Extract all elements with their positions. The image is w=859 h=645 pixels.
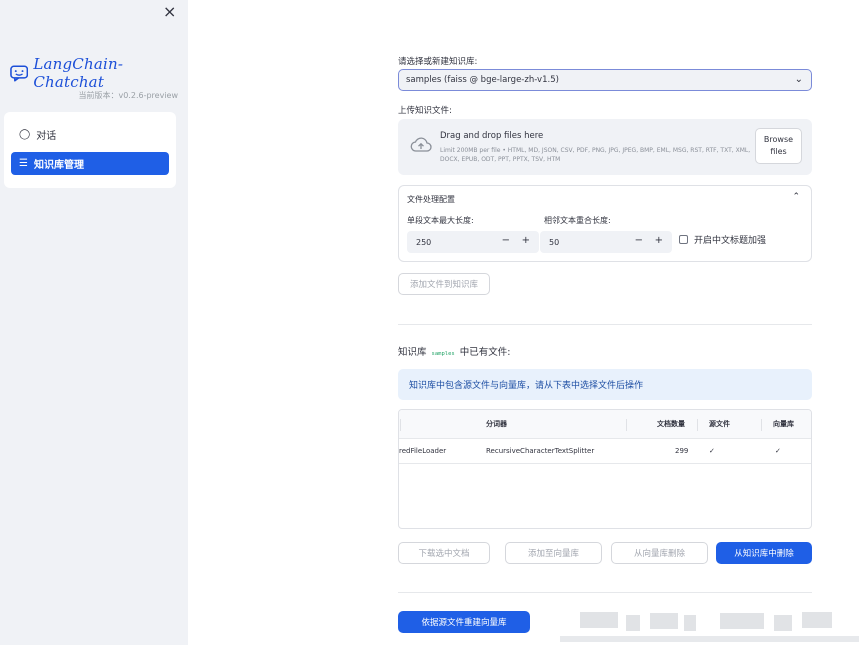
browse-label-line2: files xyxy=(770,147,787,156)
cell-doc-count: 299 xyxy=(675,447,689,455)
app-logo-text: LangChain-Chatchat xyxy=(33,55,124,91)
nav-item-label: 对话 xyxy=(36,131,57,142)
divider xyxy=(398,324,812,325)
cell-loader: redFileLoader xyxy=(399,447,447,455)
nav-menu: ◯ 对话 ☰ 知识库管理 xyxy=(4,112,176,188)
kb-files-heading: 知识库 samples 中已有文件: xyxy=(398,344,510,358)
col-header-vector-store[interactable]: 向量库 xyxy=(773,410,794,438)
file-dropzone[interactable]: Drag and drop files here Limit 200MB per… xyxy=(398,119,812,175)
zh-title-enhance-toggle[interactable]: 开启中文标题加强 xyxy=(679,233,766,246)
column-separator xyxy=(626,419,627,431)
checkbox[interactable] xyxy=(679,235,688,244)
column-separator xyxy=(761,419,762,431)
cell-splitter: RecursiveCharacterTextSplitter xyxy=(486,447,595,455)
chevron-up-icon[interactable]: ⌃ xyxy=(792,192,800,202)
chat-bubble-icon: ◯ xyxy=(19,129,31,140)
increment-button[interactable]: + xyxy=(655,235,663,246)
sidebar: × LangChain-Chatchat 当前版本：v0.2.6-preview… xyxy=(0,0,188,645)
kb-select[interactable]: samples (faiss @ bge-large-zh-v1.5) ⌄ xyxy=(398,69,812,91)
add-to-kb-button[interactable]: 添加文件到知识库 xyxy=(398,273,490,295)
add-to-vector-store-button[interactable]: 添加至向量库 xyxy=(505,542,602,564)
delete-from-kb-button[interactable]: 从知识库中删除 xyxy=(716,542,812,564)
col-header-splitter[interactable]: 分词器 xyxy=(486,410,507,438)
kb-select-label: 请选择或新建知识库: xyxy=(398,57,478,67)
cell-vector-store: ✓ xyxy=(775,447,781,455)
nav-item-chat[interactable]: ◯ 对话 xyxy=(11,123,169,146)
delete-from-vector-store-button[interactable]: 从向量库删除 xyxy=(611,542,708,564)
column-separator xyxy=(697,419,698,431)
max-length-label: 单段文本最大长度: xyxy=(407,216,474,225)
kb-heading-suffix: 中已有文件: xyxy=(459,347,511,358)
table-header: 分词器 文档数量 源文件 向量库 xyxy=(399,410,811,439)
nav-item-knowledge-base[interactable]: ☰ 知识库管理 xyxy=(11,152,169,175)
version-label: 当前版本：v0.2.6-preview xyxy=(78,91,178,100)
chevron-down-icon: ⌄ xyxy=(794,74,803,85)
overlap-length-input[interactable]: 50 − + xyxy=(540,231,672,253)
config-title: 文件处理配置 xyxy=(407,195,455,204)
overlap-length-value: 50 xyxy=(549,237,560,247)
kb-name-code: samples xyxy=(431,351,455,357)
divider xyxy=(398,592,812,593)
rebuild-vector-store-button[interactable]: 依据源文件重建向量库 xyxy=(398,611,530,633)
cell-source-file: ✓ xyxy=(709,447,715,455)
decrement-button[interactable]: − xyxy=(502,235,510,246)
zh-title-enhance-label: 开启中文标题加强 xyxy=(694,236,767,246)
download-selected-button[interactable]: 下载选中文档 xyxy=(398,542,490,564)
dropzone-limit-text: Limit 200MB per file • HTML, MD, JSON, C… xyxy=(440,147,751,163)
col-header-source-file[interactable]: 源文件 xyxy=(709,410,730,438)
max-length-value: 250 xyxy=(416,237,432,247)
browse-files-button[interactable]: Browse files xyxy=(755,128,802,164)
close-sidebar-icon[interactable]: × xyxy=(163,2,176,21)
column-separator xyxy=(400,419,401,431)
file-processing-config: 文件处理配置 ⌃ 单段文本最大长度: 250 − + 相邻文本重合长度: 50 … xyxy=(398,185,812,262)
kb-select-value: samples (faiss @ bge-large-zh-v1.5) xyxy=(406,75,559,85)
decrement-button[interactable]: − xyxy=(635,235,643,246)
nav-item-label: 知识库管理 xyxy=(33,160,84,171)
hamburger-icon: ☰ xyxy=(19,158,28,169)
dropzone-title: Drag and drop files here xyxy=(440,131,544,141)
upload-label: 上传知识文件: xyxy=(398,106,452,116)
browse-label-line1: Browse xyxy=(763,135,794,144)
obscured-footer xyxy=(560,636,859,642)
files-table[interactable]: 分词器 文档数量 源文件 向量库 redFileLoader Recursive… xyxy=(398,409,812,529)
table-row[interactable]: redFileLoader RecursiveCharacterTextSpli… xyxy=(399,439,811,464)
app-logo: LangChain-Chatchat xyxy=(10,55,188,91)
obscured-watermark xyxy=(580,609,854,631)
kb-heading-prefix: 知识库 xyxy=(398,347,427,358)
cloud-upload-icon xyxy=(410,137,432,152)
increment-button[interactable]: + xyxy=(522,235,530,246)
col-header-doc-count[interactable]: 文档数量 xyxy=(657,410,685,438)
info-alert-text: 知识库中包含源文件与向量库，请从下表中选择文件后操作 xyxy=(409,381,644,391)
chat-logo-icon xyxy=(10,65,29,81)
max-length-input[interactable]: 250 − + xyxy=(407,231,539,253)
overlap-length-label: 相邻文本重合长度: xyxy=(544,216,611,225)
info-alert: 知识库中包含源文件与向量库，请从下表中选择文件后操作 xyxy=(398,369,812,400)
